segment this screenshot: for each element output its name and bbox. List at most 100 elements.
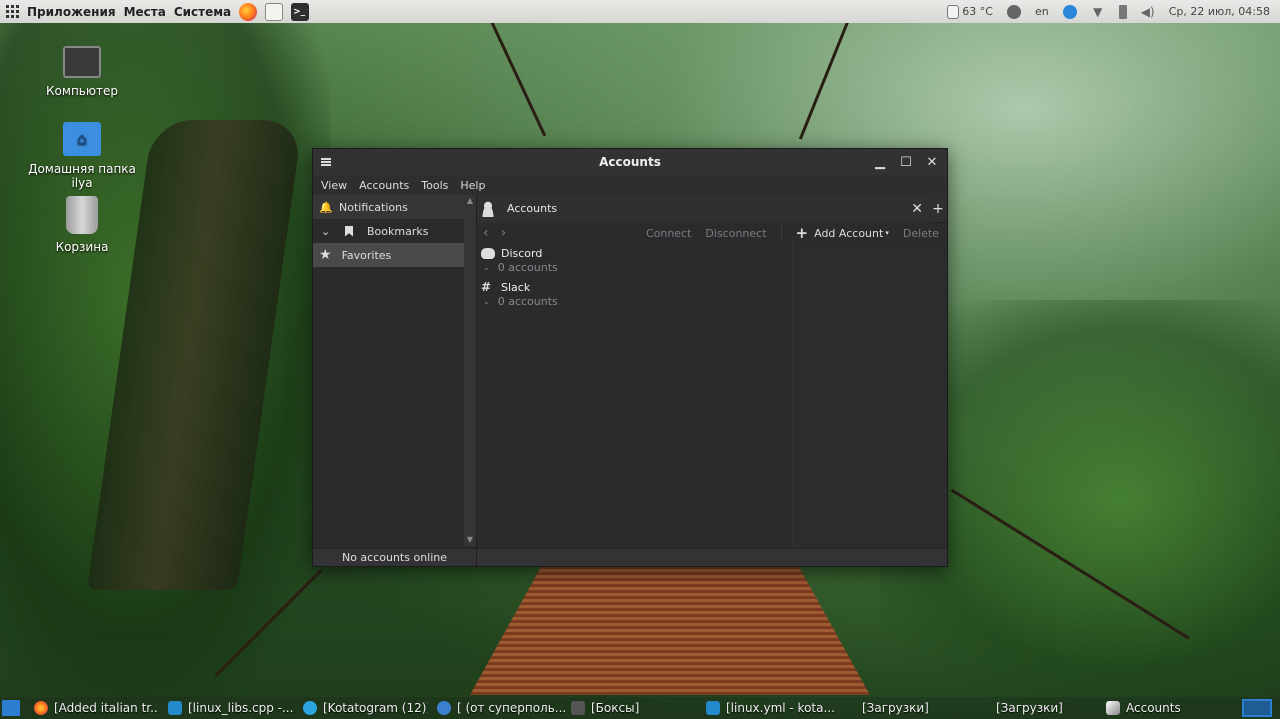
desktop-icon-label: Корзина (55, 240, 109, 254)
desktop-icon-label: Компьютер (46, 84, 118, 98)
menu-help[interactable]: Help (454, 179, 491, 192)
status-face-icon[interactable] (1006, 4, 1021, 19)
back-arrow-icon[interactable]: ‹ (483, 225, 489, 241)
protocol-item-slack[interactable]: # Slack ⌄ 0 accounts (477, 274, 792, 308)
protocol-count: 0 accounts (497, 295, 558, 308)
keyboard-layout[interactable]: en (1035, 5, 1049, 18)
tab-accounts[interactable]: Accounts ✕ (477, 194, 929, 223)
volume-icon[interactable]: ◀) (1141, 5, 1155, 19)
account-details-pane (793, 243, 947, 566)
menu-view[interactable]: View (315, 179, 353, 192)
sidebar-scrollbar[interactable]: ▲ ▼ (464, 195, 476, 546)
scroll-up-icon[interactable]: ▲ (464, 195, 476, 207)
task-label: [ (от суперполь... (457, 701, 567, 715)
task-item[interactable]: [Загрузки] (862, 701, 982, 715)
discord-icon (481, 248, 495, 259)
home-folder-icon: ⌂ (63, 122, 101, 156)
desktop-icon-trash[interactable]: Корзина (22, 196, 142, 254)
firefox-launcher-icon[interactable] (239, 2, 258, 21)
desktop-icon-computer[interactable]: Компьютер (22, 46, 142, 98)
taskbar: [Added italian tr... [linux_libs.cpp -..… (0, 697, 1280, 719)
forward-arrow-icon[interactable]: › (501, 225, 507, 241)
trash-icon (66, 196, 98, 234)
close-icon[interactable]: ✕ (921, 151, 943, 173)
clock[interactable]: Ср, 22 июл, 04:58 (1169, 5, 1270, 18)
protocol-item-discord[interactable]: Discord ⌄ 0 accounts (477, 243, 792, 274)
system-menu[interactable]: Система (174, 5, 231, 19)
minimize-icon[interactable]: ▁ (869, 151, 891, 173)
protocol-count: 0 accounts (497, 261, 558, 274)
task-item[interactable]: [ (от суперполь... (437, 701, 567, 715)
vscode-icon (168, 701, 182, 715)
task-label: [linux_libs.cpp -... (188, 701, 294, 715)
top-panel: Приложения Места Система >_ 63 °C en ▼ ◀… (0, 0, 1280, 23)
bell-icon: 🔔 (319, 200, 333, 214)
menu-tools[interactable]: Tools (415, 179, 454, 192)
task-item[interactable]: [Боксы] (571, 701, 696, 715)
tab-close-icon[interactable]: ✕ (911, 201, 929, 217)
sidebar-item-notifications[interactable]: 🔔 Notifications (313, 195, 476, 219)
sensor-icon[interactable] (947, 4, 960, 19)
sidebar: 🔔 Notifications ⌄ Bookmarks ★ Favorites … (313, 195, 477, 566)
plus-icon: + (795, 224, 809, 242)
task-label: [Added italian tr... (54, 701, 159, 715)
accounts-app-icon (1106, 701, 1120, 715)
new-tab-icon[interactable]: + (929, 201, 947, 217)
sidebar-item-label: Bookmarks (367, 224, 429, 238)
scroll-down-icon[interactable]: ▼ (464, 534, 476, 546)
window-title: Accounts (599, 155, 661, 169)
task-label: Accounts (1126, 701, 1181, 715)
protocol-name: Discord (501, 247, 543, 260)
sidebar-item-label: Favorites (341, 248, 392, 262)
computer-icon (63, 46, 101, 78)
chat-icon (437, 701, 451, 715)
task-item[interactable]: [Kotatogram (12)] (303, 701, 428, 715)
task-item[interactable]: [linux_libs.cpp -... (168, 701, 298, 715)
tab-label: Accounts (507, 202, 558, 215)
task-item[interactable]: [Загрузки] (996, 701, 1096, 715)
applications-menu[interactable]: Приложения (27, 5, 116, 19)
task-label: [Загрузки] (996, 701, 1063, 715)
sidebar-item-favorites[interactable]: ★ Favorites (313, 243, 467, 267)
wifi-icon[interactable]: ▼ (1091, 5, 1105, 19)
show-menu-button[interactable] (2, 700, 20, 716)
tabbar: Accounts ✕ + (477, 194, 947, 223)
bookmark-icon (345, 225, 353, 237)
add-account-label: Add Account (814, 226, 884, 240)
disconnect-button[interactable]: Disconnect (705, 227, 766, 240)
toolbar: ‹ › Connect Disconnect + Add Account ▾ D… (477, 223, 947, 243)
task-item-active[interactable]: Accounts (1106, 701, 1231, 715)
text-editor-launcher-icon[interactable] (265, 2, 284, 21)
sidebar-status: No accounts online (313, 548, 476, 566)
chevron-down-icon[interactable]: ⌄ (483, 297, 490, 306)
task-item[interactable]: [Added italian tr... (34, 701, 159, 715)
task-label: [linux.yml - kota... (726, 701, 835, 715)
update-icon[interactable] (1062, 4, 1077, 19)
chevron-down-icon[interactable]: ⌄ (321, 225, 335, 238)
vscode-icon (706, 701, 720, 715)
sidebar-item-bookmarks[interactable]: ⌄ Bookmarks (313, 219, 476, 243)
temperature-readout[interactable]: 63 °C (962, 5, 993, 18)
slack-icon: # (481, 280, 492, 294)
menu-accounts[interactable]: Accounts (353, 179, 415, 192)
connect-button[interactable]: Connect (646, 227, 691, 240)
maximize-icon[interactable]: ☐ (895, 151, 917, 173)
hamburger-menu-icon[interactable] (313, 149, 339, 175)
terminal-launcher-icon[interactable]: >_ (291, 2, 310, 21)
telegram-icon (303, 701, 317, 715)
apps-grid-icon[interactable] (6, 5, 19, 18)
user-icon (481, 200, 495, 217)
task-label: [Боксы] (591, 701, 640, 715)
task-label: [Kotatogram (12)] (323, 701, 428, 715)
places-menu[interactable]: Места (124, 5, 166, 19)
delete-button[interactable]: Delete (903, 227, 939, 240)
firefox-icon (34, 701, 48, 715)
chevron-down-icon[interactable]: ⌄ (483, 263, 490, 272)
show-desktop-button[interactable] (1242, 699, 1272, 717)
battery-icon[interactable] (1118, 4, 1127, 19)
add-account-button[interactable]: + Add Account ▾ (796, 224, 889, 242)
protocol-list: Discord ⌄ 0 accounts # Slack ⌄ 0 account… (477, 243, 793, 566)
task-item[interactable]: [linux.yml - kota... (706, 701, 836, 715)
desktop-icon-home[interactable]: ⌂ Домашняя папка ilya (22, 122, 142, 190)
titlebar[interactable]: Accounts ▁ ☐ ✕ (313, 149, 947, 175)
